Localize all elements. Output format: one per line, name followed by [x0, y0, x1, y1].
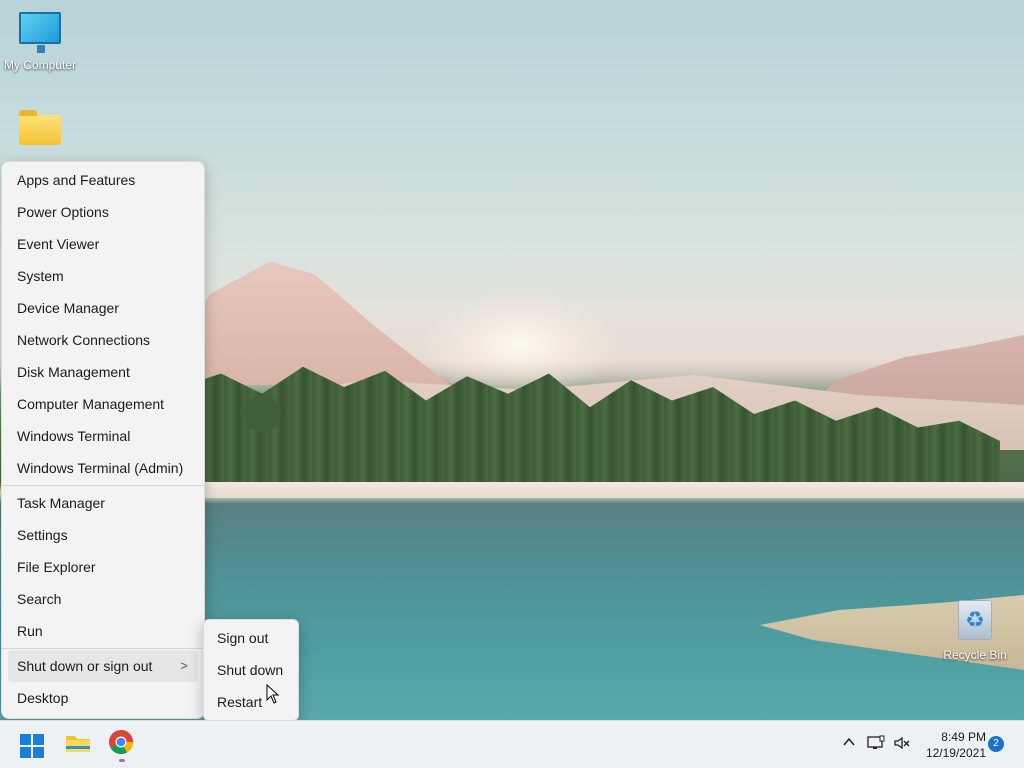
submenu-item-sign-out[interactable]: Sign out: [204, 622, 298, 654]
folder-icon: [66, 736, 90, 752]
menu-item-device-manager[interactable]: Device Manager: [2, 292, 200, 324]
chrome-taskbar-button[interactable]: [108, 729, 140, 762]
menu-separator: [2, 648, 204, 649]
desktop-icon-folder[interactable]: [0, 110, 80, 145]
chrome-icon: [109, 730, 133, 755]
menu-item-run[interactable]: Run: [2, 615, 200, 647]
recycle-bin-icon: ♻: [958, 600, 992, 640]
chevron-right-icon: >: [180, 658, 188, 673]
running-indicator: [119, 759, 125, 762]
folder-icon: [19, 110, 61, 145]
menu-separator: [2, 485, 204, 486]
wallpaper-shore: [180, 482, 1024, 498]
menu-item-windows-terminal-admin[interactable]: Windows Terminal (Admin): [2, 452, 200, 484]
menu-item-event-viewer[interactable]: Event Viewer: [2, 228, 200, 260]
menu-item-search[interactable]: Search: [2, 583, 200, 615]
winx-context-menu: Apps and Features Power Options Event Vi…: [1, 161, 205, 719]
menu-item-task-manager[interactable]: Task Manager: [2, 487, 200, 519]
menu-item-settings[interactable]: Settings: [2, 519, 200, 551]
monitor-icon: [19, 12, 61, 53]
menu-item-network-connections[interactable]: Network Connections: [2, 324, 200, 356]
show-hidden-icons-chevron-icon[interactable]: [840, 735, 858, 753]
taskbar-clock[interactable]: 8:49 PM 12/19/2021: [916, 729, 986, 761]
desktop-icon-recycle-bin[interactable]: ♻ Recycle Bin: [935, 600, 1015, 662]
menu-item-power-options[interactable]: Power Options: [2, 196, 200, 228]
clock-date: 12/19/2021: [925, 746, 986, 760]
windows-start-icon[interactable]: [20, 734, 44, 758]
menu-item-label: Shut down or sign out: [17, 658, 153, 674]
menu-item-system[interactable]: System: [2, 260, 200, 292]
notification-badge[interactable]: 2: [988, 736, 1004, 752]
menu-item-shut-down-or-sign-out[interactable]: Shut down or sign out >: [8, 650, 198, 682]
menu-item-computer-management[interactable]: Computer Management: [2, 388, 200, 420]
volume-muted-icon[interactable]: [893, 735, 911, 753]
clock-time: 8:49 PM: [941, 730, 986, 744]
menu-item-disk-management[interactable]: Disk Management: [2, 356, 200, 388]
menu-item-file-explorer[interactable]: File Explorer: [2, 551, 200, 583]
network-icon[interactable]: [867, 735, 885, 753]
taskbar: 8:49 PM 12/19/2021: [0, 720, 1024, 768]
wallpaper-sun-glow: [420, 290, 620, 400]
menu-item-windows-terminal[interactable]: Windows Terminal: [2, 420, 200, 452]
desktop-icon-label: Recycle Bin: [943, 648, 1007, 662]
submenu-item-restart[interactable]: Restart: [204, 686, 298, 718]
file-explorer-taskbar-button[interactable]: [64, 729, 96, 761]
mouse-cursor-icon: [266, 684, 280, 704]
menu-item-apps-and-features[interactable]: Apps and Features: [2, 164, 200, 196]
shutdown-submenu: Sign out Shut down Restart: [203, 619, 299, 721]
desktop-icon-my-computer[interactable]: My Computer: [0, 12, 80, 72]
menu-item-desktop[interactable]: Desktop: [2, 682, 200, 714]
submenu-item-shut-down[interactable]: Shut down: [204, 654, 298, 686]
desktop-icon-label: My Computer: [3, 58, 77, 72]
